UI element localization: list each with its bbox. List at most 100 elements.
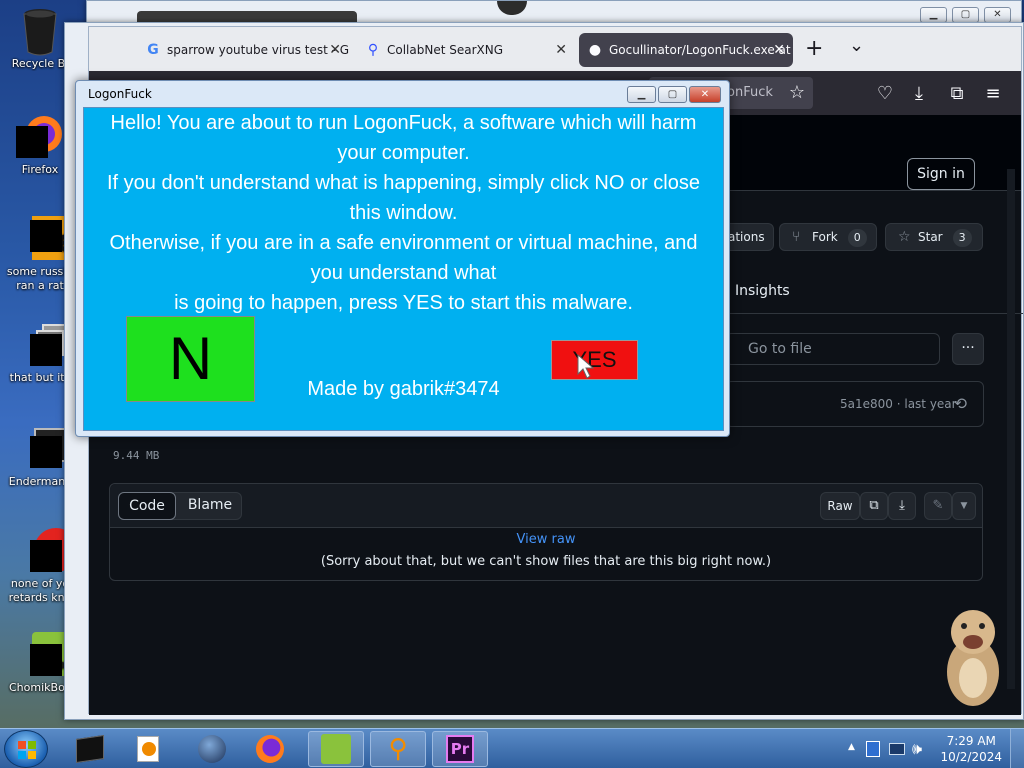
tab-label: Gocullinator/LogonFuck.exe at xyxy=(609,43,791,57)
chomikbox-icon xyxy=(321,734,351,764)
sign-in-button[interactable]: Sign in xyxy=(907,158,975,190)
minimize-button[interactable]: ▁ xyxy=(920,7,947,23)
pocket-icon[interactable]: ♡ xyxy=(873,83,897,104)
star-button[interactable]: ☆ Star 3 xyxy=(885,223,983,251)
firefox-icon xyxy=(16,112,64,160)
network-status-icon[interactable] xyxy=(866,741,880,757)
recycle-bin-icon xyxy=(16,6,64,56)
star-icon: ☆ xyxy=(898,229,911,245)
author-credit: Made by gabrik#3474 xyxy=(307,378,500,400)
extensions-icon[interactable]: ⧉ xyxy=(945,83,969,104)
close-icon[interactable]: ✕ xyxy=(773,33,785,67)
close-icon[interactable]: ✕ xyxy=(555,33,567,67)
logonfuck-dialog[interactable]: LogonFuck ▁ ▢ ✕ Hello! You are about to … xyxy=(75,80,730,437)
magnifier-icon: ⚲ xyxy=(388,734,408,764)
star-count: 3 xyxy=(952,229,972,247)
globe-icon xyxy=(198,735,226,763)
warning-line: Hello! You are about to run LogonFuck, a… xyxy=(110,112,697,134)
fork-label: Fork xyxy=(812,230,838,244)
close-button[interactable]: ✕ xyxy=(984,7,1011,23)
hamster-sticker xyxy=(940,604,1006,708)
taskbar-app-chomikbox[interactable] xyxy=(308,731,364,767)
tab-insights[interactable]: Insights xyxy=(735,283,790,299)
warning-line: is going to happen, press YES to start t… xyxy=(174,292,633,314)
code-tab[interactable]: Code xyxy=(118,492,176,520)
edit-pencil-icon[interactable]: ✎ xyxy=(924,492,952,520)
taskbar-app-firefox[interactable] xyxy=(242,731,298,767)
dialog-window-controls: ▁ ▢ ✕ xyxy=(627,86,721,103)
taskbar-app-media-player[interactable] xyxy=(120,731,176,767)
tab-label: sparrow youtube virus test - G xyxy=(167,43,349,57)
bookmark-star-icon[interactable]: ☆ xyxy=(789,77,805,109)
latest-commit-bar: 5a1e800 · last year ⟲ xyxy=(725,381,984,427)
search-icon: ⚲ xyxy=(367,42,379,58)
notifications-label: ations xyxy=(728,230,765,244)
go-to-file-placeholder: Go to file xyxy=(748,341,812,357)
show-desktop-button[interactable] xyxy=(1010,729,1024,768)
show-hidden-icons-button[interactable]: ▲ xyxy=(848,742,855,752)
tab-searxng[interactable]: ⚲ CollabNet SearXNG ✕ xyxy=(357,33,575,67)
camera-notch xyxy=(497,1,527,15)
tab-github-active[interactable]: ● Gocullinator/LogonFuck.exe at ✕ xyxy=(579,33,793,67)
start-button[interactable] xyxy=(4,730,48,768)
premiere-icon: Pr xyxy=(446,735,474,763)
file-size: 9.44 MB xyxy=(113,449,160,462)
warning-line: this window. xyxy=(349,202,458,224)
dark-app-icon xyxy=(76,735,104,763)
history-icon[interactable]: ⟲ xyxy=(954,382,967,426)
warning-line: your computer. xyxy=(337,142,470,164)
star-label: Star xyxy=(918,230,943,244)
fork-button[interactable]: ⑂ Fork 0 xyxy=(779,223,877,251)
download-icon[interactable]: ⤓ xyxy=(907,83,931,104)
file-too-big-message: (Sorry about that, but we can't show fil… xyxy=(320,554,772,569)
mouse-cursor-icon xyxy=(577,353,597,384)
chomikbox-icon: ox xyxy=(16,630,76,678)
taskbar-app-dark[interactable] xyxy=(62,731,118,767)
windows-logo-icon xyxy=(18,741,36,759)
tab-google-search[interactable]: G sparrow youtube virus test - G ✕ xyxy=(137,33,349,67)
chevron-down-icon[interactable]: ▼ xyxy=(952,492,976,520)
github-icon: ● xyxy=(588,42,602,58)
fork-icon: ⑂ xyxy=(792,229,801,245)
download-icon[interactable]: ⤓ xyxy=(888,492,916,520)
taskbar-app-search[interactable]: ⚲ xyxy=(370,731,426,767)
tab-label: CollabNet SearXNG xyxy=(387,43,504,57)
close-icon[interactable]: ✕ xyxy=(329,33,341,67)
maximize-button[interactable]: ▢ xyxy=(658,86,687,103)
terminal-icon xyxy=(16,424,78,472)
view-raw-link[interactable]: View raw xyxy=(110,532,982,547)
warning-line: If you don't understand what is happenin… xyxy=(106,172,700,194)
clock[interactable]: 7:29 AM 10/2/2024 xyxy=(940,733,1002,765)
list-all-tabs-button[interactable]: ⌄ xyxy=(849,35,864,56)
clock-time: 7:29 AM xyxy=(946,734,996,748)
clock-date: 10/2/2024 xyxy=(940,750,1002,764)
taskbar-app-globe[interactable] xyxy=(184,731,240,767)
raw-button[interactable]: Raw xyxy=(820,492,860,520)
volume-icon[interactable]: 🕪 xyxy=(912,739,922,759)
media-player-icon xyxy=(137,736,159,762)
more-options-button[interactable]: ··· xyxy=(952,333,984,365)
window-controls[interactable]: ▁ ▢ ✕ xyxy=(920,7,1011,23)
menu-icon[interactable]: ≡ xyxy=(981,83,1005,104)
warning-text: Hello! You are about to run LogonFuck, a… xyxy=(84,108,723,318)
display-icon[interactable] xyxy=(889,743,905,755)
close-button[interactable]: ✕ xyxy=(689,86,721,103)
maximize-button[interactable]: ▢ xyxy=(952,7,979,23)
window-stack-icon xyxy=(16,320,70,368)
url-text: onFuck xyxy=(727,85,773,100)
new-tab-button[interactable]: + xyxy=(805,36,823,61)
go-to-file-input[interactable]: Go to file xyxy=(725,333,940,365)
taskbar: ⚲ Pr ▲ 🕪 7:29 AM 10/2/2024 xyxy=(0,728,1024,768)
divider xyxy=(709,313,1023,314)
tab-strip: G sparrow youtube virus test - G ✕ ⚲ Col… xyxy=(89,27,1021,71)
file-viewer: Code Blame Raw ⧉ ⤓ ✎ ▼ View raw (Sorry a… xyxy=(109,483,983,581)
minimize-button[interactable]: ▁ xyxy=(627,86,656,103)
copy-icon[interactable]: ⧉ xyxy=(860,492,888,520)
blame-tab[interactable]: Blame xyxy=(178,492,242,520)
scrollbar[interactable] xyxy=(1007,169,1015,689)
taskbar-app-premiere[interactable]: Pr xyxy=(432,731,488,767)
system-tray: ▲ 🕪 7:29 AM 10/2/2024 xyxy=(834,729,1024,768)
commit-info[interactable]: 5a1e800 · last year xyxy=(840,397,957,411)
warning-line: Otherwise, if you are in a safe environm… xyxy=(109,232,698,254)
google-icon: G xyxy=(147,42,159,58)
